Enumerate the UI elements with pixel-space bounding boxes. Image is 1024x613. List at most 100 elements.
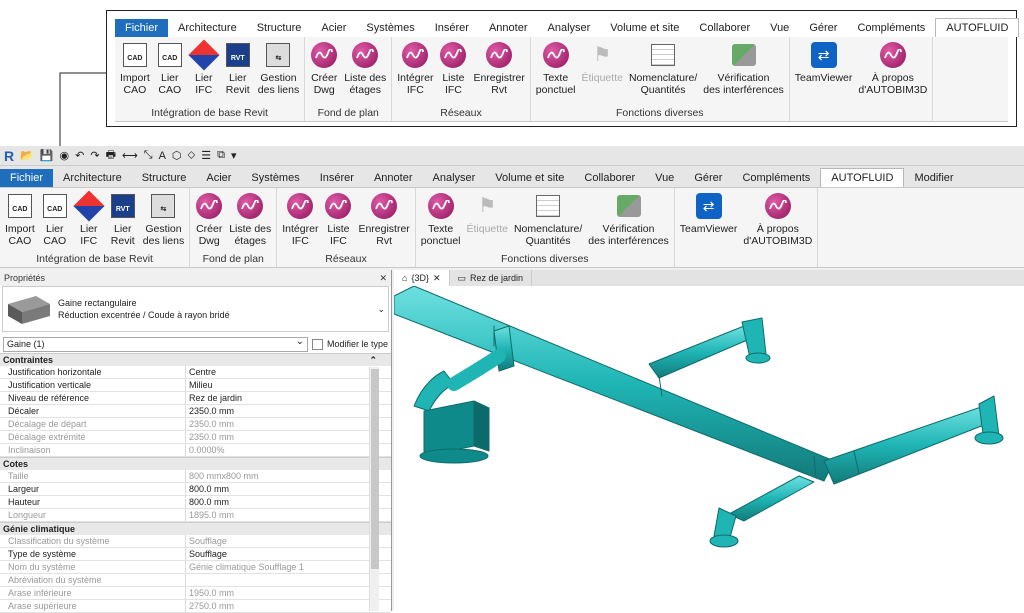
property-row[interactable]: Type de système Soufflage — [0, 548, 391, 561]
3d-icon[interactable]: ⬡ — [172, 149, 182, 162]
teamviewer-button[interactable]: ⇄ TeamViewer — [792, 37, 856, 106]
undo-icon[interactable]: ↶ — [75, 149, 84, 162]
tab-syst-mes[interactable]: Systèmes — [356, 19, 424, 37]
property-row[interactable]: Taille 800 mmx800 mm — [0, 470, 391, 483]
lier-ifc-button[interactable]: Lier IFC — [187, 37, 221, 106]
dimension-icon[interactable]: ⤡ — [144, 149, 153, 162]
gestion-des-liens-button[interactable]: ⇆ Gestion des liens — [140, 188, 187, 252]
property-value[interactable]: 2350.0 mm — [186, 418, 391, 430]
property-value[interactable]: 800.0 mm — [186, 496, 391, 508]
tab-structure[interactable]: Structure — [247, 19, 312, 37]
int-grer-ifc-button[interactable]: Intégrer IFC — [394, 37, 436, 106]
property-row[interactable]: Nom du système Génie climatique Soufflage… — [0, 561, 391, 574]
property-row[interactable]: Largeur 800.0 mm — [0, 483, 391, 496]
property-row[interactable]: Classification du système Soufflage — [0, 535, 391, 548]
property-row[interactable]: Justification horizontale Centre — [0, 366, 391, 379]
tab-fichier[interactable]: Fichier — [115, 19, 169, 37]
tab-g-rer[interactable]: Gérer — [799, 19, 847, 37]
property-row[interactable]: Hauteur 800.0 mm — [0, 496, 391, 509]
collapse-icon[interactable]: ⌃ — [369, 354, 377, 366]
tab-analyser[interactable]: Analyser — [423, 169, 486, 187]
import-cao-button[interactable]: CAD Import CAO — [2, 188, 38, 252]
teamviewer-button[interactable]: ⇄ TeamViewer — [677, 188, 741, 252]
-propos-d-autobim3d-button[interactable]: À propos d'AUTOBIM3D — [855, 37, 930, 106]
property-value[interactable]: 2350.0 mm — [186, 405, 391, 417]
v-rification-des-interf-rences-button[interactable]: Vérification des interférences — [585, 188, 672, 252]
cr-er-dwg-button[interactable]: Créer Dwg — [307, 37, 341, 106]
tab-fichier[interactable]: Fichier — [0, 169, 54, 187]
property-value[interactable]: 800.0 mm — [186, 483, 391, 495]
sync-icon[interactable]: ◉ — [60, 149, 70, 162]
property-value[interactable]: 800 mmx800 mm — [186, 470, 391, 482]
switch-windows-icon[interactable]: ⧉ — [217, 149, 225, 162]
property-value[interactable]: 1950.0 mm — [186, 587, 391, 599]
property-row[interactable]: Niveau de référence Rez de jardin — [0, 392, 391, 405]
property-row[interactable]: Arase inférieure 1950.0 mm — [0, 587, 391, 600]
3d-viewport[interactable] — [394, 286, 1024, 611]
nomenclature-quantit-s-button[interactable]: Nomenclature/Quantités — [626, 37, 700, 106]
tab-annoter[interactable]: Annoter — [479, 19, 538, 37]
property-value[interactable]: Génie climatique Soufflage 1 — [186, 561, 391, 573]
liste-ifc-button[interactable]: Liste IFC — [321, 188, 355, 252]
property-value[interactable]: 2750.0 mm — [186, 600, 391, 612]
-tiquette-button[interactable]: ⚑ Étiquette — [464, 188, 511, 252]
texte-ponctuel-button[interactable]: Texte ponctuel — [533, 37, 579, 106]
property-row[interactable]: Longueur 1895.0 mm — [0, 509, 391, 522]
enregistrer-rvt-button[interactable]: Enregistrer Rvt — [355, 188, 412, 252]
lier-cao-button[interactable]: CAD Lier CAO — [38, 188, 72, 252]
tab-3d-view[interactable]: ⌂ {3D} ✕ — [394, 270, 450, 286]
-tiquette-button[interactable]: ⚑ Étiquette — [579, 37, 626, 106]
tab-acier[interactable]: Acier — [196, 169, 241, 187]
property-value[interactable]: 1895.0 mm — [186, 509, 391, 521]
property-value[interactable]: Centre — [186, 366, 391, 378]
edit-type-icon[interactable] — [311, 338, 323, 350]
liste-des-tages-button[interactable]: Liste des étages — [226, 188, 274, 252]
customize-icon[interactable]: ▾ — [231, 149, 237, 162]
instance-filter[interactable]: Gaine (1) — [3, 335, 308, 352]
duct-network-3d[interactable] — [394, 286, 1024, 611]
property-group[interactable]: Génie climatique⌃ — [0, 522, 391, 535]
tab-compl-ments[interactable]: Compléments — [847, 19, 935, 37]
int-grer-ifc-button[interactable]: Intégrer IFC — [279, 188, 321, 252]
tab-structure[interactable]: Structure — [132, 169, 197, 187]
thin-lines-icon[interactable]: ☰ — [201, 149, 211, 162]
tab-collaborer[interactable]: Collaborer — [574, 169, 645, 187]
property-value[interactable] — [186, 574, 391, 586]
property-row[interactable]: Arase supérieure 2750.0 mm — [0, 600, 391, 613]
gestion-des-liens-button[interactable]: ⇆ Gestion des liens — [255, 37, 302, 106]
property-value[interactable]: 2350.0 mm — [186, 431, 391, 443]
close-icon[interactable]: ✕ — [433, 271, 441, 286]
liste-des-tages-button[interactable]: Liste des étages — [341, 37, 389, 106]
tab-modifier[interactable]: Modifier — [904, 169, 963, 187]
nomenclature-quantit-s-button[interactable]: Nomenclature/Quantités — [511, 188, 585, 252]
section-icon[interactable]: ⬦ — [188, 149, 196, 162]
property-row[interactable]: Décalage extrémité 2350.0 mm — [0, 431, 391, 444]
property-group[interactable]: Contraintes ⌃ — [0, 353, 391, 366]
tab-architecture[interactable]: Architecture — [53, 169, 132, 187]
lier-revit-button[interactable]: RVT Lier Revit — [106, 188, 140, 252]
tab-analyser[interactable]: Analyser — [538, 19, 601, 37]
property-row[interactable]: Abréviation du système — [0, 574, 391, 587]
property-row[interactable]: Inclinaison 0.0000% — [0, 444, 391, 457]
property-value[interactable]: Rez de jardin — [186, 392, 391, 404]
edit-type-button[interactable]: Modifier le type — [327, 339, 388, 349]
measure-icon[interactable]: ⟷ — [122, 149, 138, 162]
tab-collaborer[interactable]: Collaborer — [689, 19, 760, 37]
property-row[interactable]: Décaler 2350.0 mm — [0, 405, 391, 418]
liste-ifc-button[interactable]: Liste IFC — [436, 37, 470, 106]
tab-vue[interactable]: Vue — [760, 19, 799, 37]
property-row[interactable]: Décalage de départ 2350.0 mm — [0, 418, 391, 431]
type-selector[interactable]: Gaine rectangulaire Réduction excentrée … — [2, 286, 389, 332]
texte-ponctuel-button[interactable]: Texte ponctuel — [418, 188, 464, 252]
v-rification-des-interf-rences-button[interactable]: Vérification des interférences — [700, 37, 787, 106]
property-value[interactable]: 0.0000% — [186, 444, 391, 456]
property-value[interactable]: Soufflage — [186, 548, 391, 560]
tab-modifier[interactable]: Modifier — [1019, 19, 1024, 37]
chevron-down-icon[interactable]: ⌄ — [377, 304, 385, 315]
import-cao-button[interactable]: CAD Import CAO — [117, 37, 153, 106]
property-value[interactable]: Milieu — [186, 379, 391, 391]
property-row[interactable]: Justification verticale Milieu — [0, 379, 391, 392]
close-icon[interactable]: ✕ — [379, 273, 387, 284]
tab-syst-mes[interactable]: Systèmes — [241, 169, 309, 187]
tab-volume-et-site[interactable]: Volume et site — [485, 169, 574, 187]
